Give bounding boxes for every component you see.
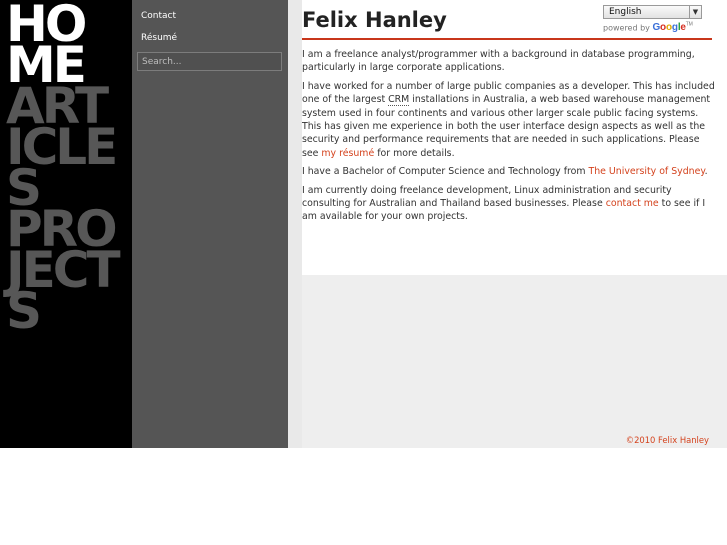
primary-nav: HO ME ART ICLE S PRO JECT S [0,0,132,448]
translate-widget: English ▼ powered by GoogleTM [603,5,702,33]
university-link[interactable]: The University of Sydney [589,166,705,177]
nav-home[interactable]: HO ME [6,0,118,90]
contact-link[interactable]: Contact [141,11,176,21]
intro-text: I am a freelance analyst/programmer with… [302,48,716,229]
language-select[interactable]: English ▼ [603,5,702,19]
powered-by-label: powered by [603,23,650,33]
resume-link[interactable]: Résumé [141,33,177,43]
text-span: for more details. [374,147,455,159]
crm-abbr: CRM [388,94,410,107]
intro-paragraph-2: I have worked for a number of large publ… [302,80,716,160]
page-title: Felix Hanley [302,8,447,32]
text-span: I have a Bachelor of Computer Science an… [302,166,589,178]
nav-projects[interactable]: PRO JECT S [6,204,121,336]
powered-by-google: powered by GoogleTM [603,22,702,33]
google-logo-icon: GoogleTM [652,22,693,34]
main-content: Felix Hanley I am a freelance analyst/pr… [302,0,727,275]
intro-paragraph-3: I have a Bachelor of Computer Science an… [302,165,716,178]
selected-language: English [609,7,642,17]
search-input[interactable] [137,52,282,71]
text-span: . [704,166,708,178]
resume-inline-link[interactable]: my résumé [321,148,374,159]
intro-paragraph-1: I am a freelance analyst/programmer with… [302,49,695,74]
nav-articles[interactable]: ART ICLE S [6,81,118,213]
content-edge [288,0,302,448]
contact-inline-link[interactable]: contact me [606,198,659,209]
chevron-down-icon: ▼ [689,6,701,18]
secondary-sidebar: Contact Résumé [132,0,288,448]
intro-paragraph-4: I am currently doing freelance developme… [302,184,716,224]
footer-copyright[interactable]: ©2010 Felix Hanley [626,435,709,445]
title-rule [302,38,712,40]
